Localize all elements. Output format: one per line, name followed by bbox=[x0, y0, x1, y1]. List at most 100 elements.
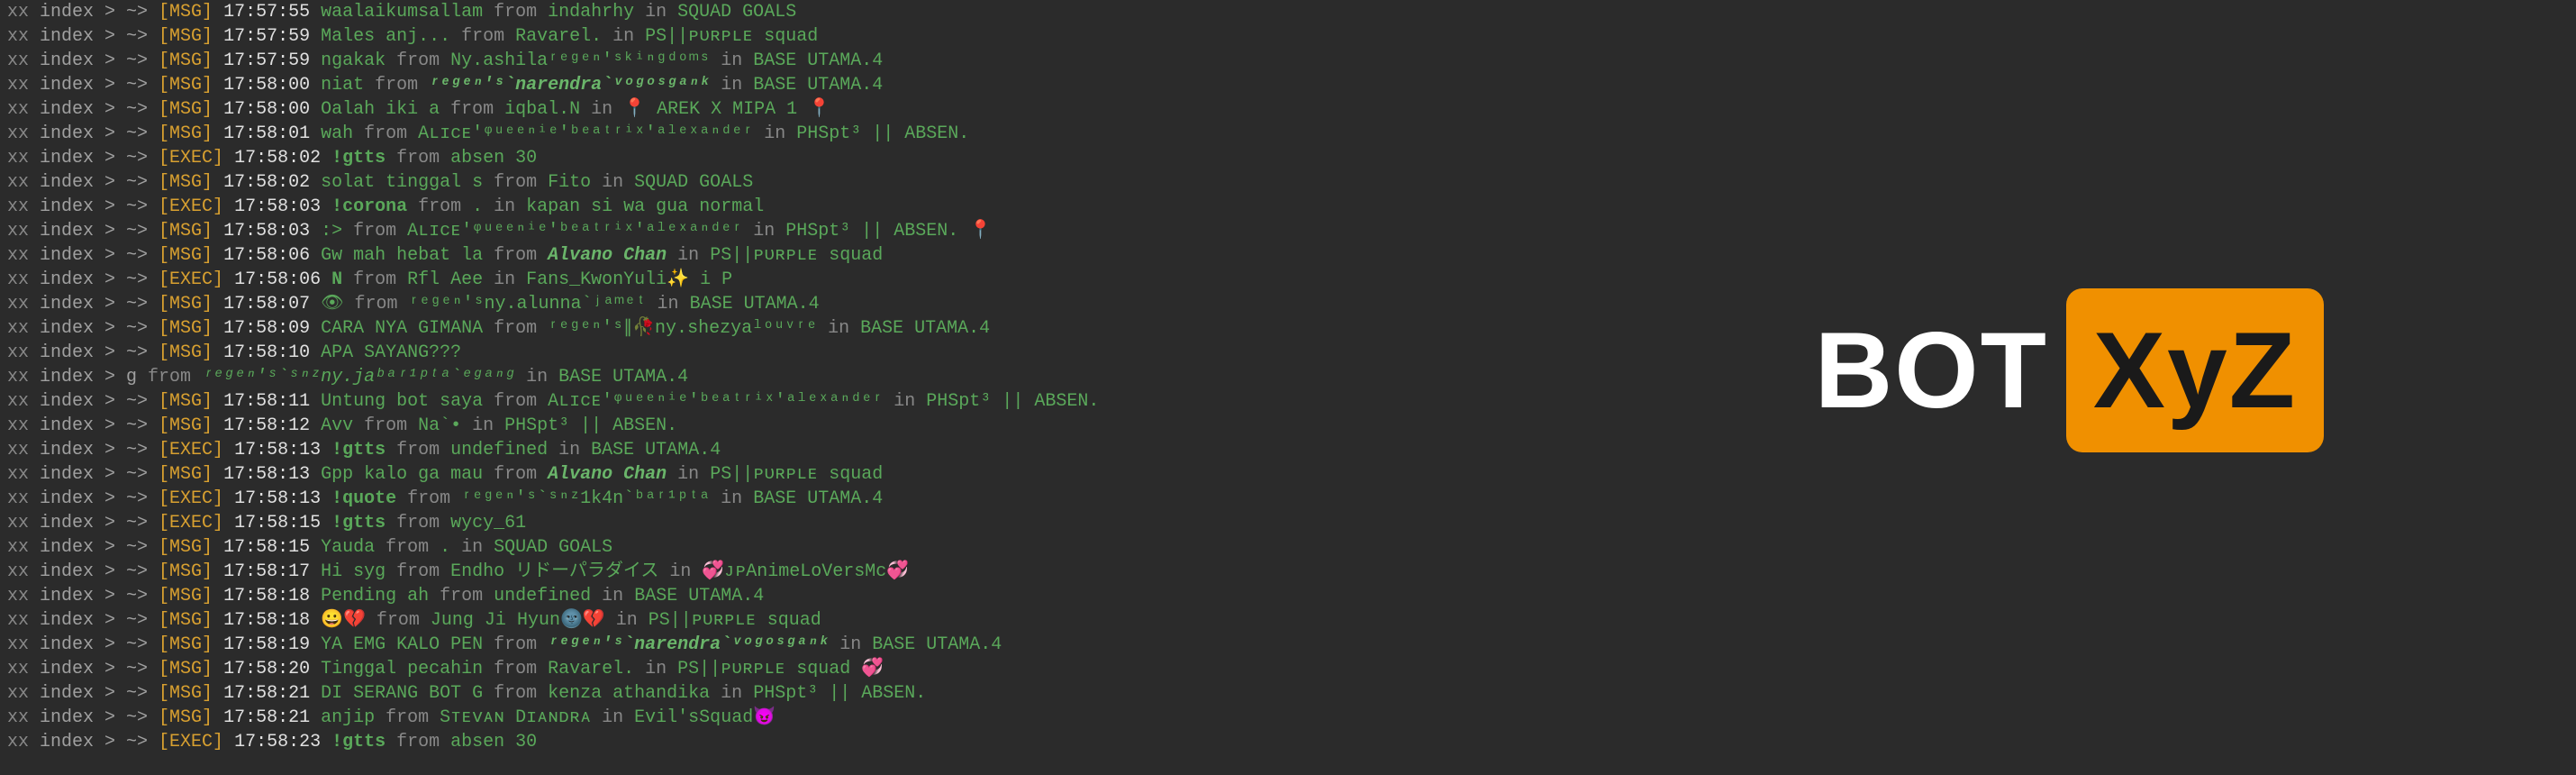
log-room: BASE UTAMA.4 bbox=[690, 294, 820, 315]
log-message: 😀💔 bbox=[321, 610, 366, 631]
log-tag: [EXEC] bbox=[159, 269, 234, 290]
log-nick: Rfl Aee bbox=[407, 269, 483, 290]
log-nick: Alvano Chan bbox=[548, 245, 667, 266]
log-room: BASE UTAMA.4 bbox=[753, 488, 883, 509]
log-room: BASE UTAMA.4 bbox=[872, 634, 1002, 655]
log-line: xx index > ~> [MSG] 17:57:59 ngakak from… bbox=[7, 49, 2569, 73]
log-nick: Ny.ashilaʳᵉᵍᵉⁿ'ˢᵏⁱⁿᵍᵈᵒᵐˢ bbox=[450, 50, 710, 71]
log-nick: undefined bbox=[450, 440, 548, 460]
log-message: !gtts bbox=[331, 513, 385, 533]
log-message: !gtts bbox=[331, 148, 385, 169]
log-room: PS||ᴘᴜʀᴘʟᴇ squad bbox=[649, 610, 821, 631]
log-time: 17:58:10 bbox=[223, 342, 321, 363]
log-tag: [MSG] bbox=[159, 99, 223, 120]
log-tag: [EXEC] bbox=[159, 732, 234, 752]
log-line: xx index > ~> [MSG] 17:58:03 :> from Aʟɪ… bbox=[7, 219, 2569, 243]
log-message: Yauda bbox=[321, 537, 375, 558]
log-line: xx index > ~> [EXEC] 17:58:13 !quote fro… bbox=[7, 487, 2569, 511]
log-tag: [EXEC] bbox=[159, 196, 234, 217]
log-time: 17:58:06 bbox=[223, 245, 321, 266]
log-time: 17:58:15 bbox=[223, 537, 321, 558]
log-line: xx index > ~> [MSG] 17:58:15 Yauda from … bbox=[7, 535, 2569, 560]
log-time: 17:58:03 bbox=[234, 196, 331, 217]
log-room: BASE UTAMA.4 bbox=[634, 586, 764, 606]
log-message: Gpp kalo ga mau bbox=[321, 464, 483, 485]
log-line: xx index > ~> [EXEC] 17:58:02 !gtts from… bbox=[7, 146, 2569, 170]
log-time: 17:58:12 bbox=[223, 415, 321, 436]
log-room: BASE UTAMA.4 bbox=[860, 318, 990, 339]
log-nick: undefined bbox=[494, 586, 591, 606]
log-time: 17:58:00 bbox=[223, 99, 321, 120]
log-room: PHSpt³ || ABSEN. bbox=[753, 683, 926, 704]
log-nick: Endho リドーパラダイス bbox=[450, 561, 658, 582]
log-nick: ʳᵉᵍᵉⁿ'ˢ∥🥀ny.shezyaˡᵒᵘᵛʳᵉ bbox=[548, 318, 817, 339]
log-room: PHSpt³ || ABSEN. 📍 bbox=[785, 221, 992, 242]
log-time: 17:58:13 bbox=[223, 464, 321, 485]
log-nick: Ravarel. bbox=[548, 659, 634, 679]
log-room: PS||ᴘᴜʀᴘʟᴇ squad 💞 bbox=[677, 659, 884, 679]
log-tag: [MSG] bbox=[159, 26, 223, 47]
log-message: Oalah iki a bbox=[321, 99, 440, 120]
log-message: Hi syg bbox=[321, 561, 385, 582]
log-nick: absen 30 bbox=[450, 148, 537, 169]
log-tag: [MSG] bbox=[159, 294, 223, 315]
log-nick: ʳᵉᵍᵉⁿ'ˢ`narendra`ᵛᵒᵍᵒˢᵍᵃⁿᵏ bbox=[548, 634, 829, 655]
log-nick: Na`• bbox=[418, 415, 461, 436]
log-tag: [MSG] bbox=[159, 537, 223, 558]
log-line: xx index > ~> [MSG] 17:58:01 wah from Aʟ… bbox=[7, 122, 2569, 146]
log-message: !gtts bbox=[331, 732, 385, 752]
log-time: 17:58:15 bbox=[234, 513, 331, 533]
log-time: 17:58:00 bbox=[223, 75, 321, 96]
log-tag: [EXEC] bbox=[159, 148, 234, 169]
log-nick: Ravarel. bbox=[515, 26, 602, 47]
log-time: 17:58:09 bbox=[223, 318, 321, 339]
log-room: PS||ᴘᴜʀᴘʟᴇ squad bbox=[645, 26, 818, 47]
log-room: SQUAD GOALS bbox=[677, 2, 796, 23]
log-nick: iqbal.N bbox=[504, 99, 580, 120]
log-nick: indahrhy bbox=[548, 2, 634, 23]
log-time: 17:58:06 bbox=[234, 269, 331, 290]
log-time: 17:58:23 bbox=[234, 732, 331, 752]
log-nick: wycy_61 bbox=[450, 513, 526, 533]
log-line: xx index > ~> [MSG] 17:58:20 Tinggal pec… bbox=[7, 657, 2569, 681]
log-line: xx index > ~> [MSG] 17:58:19 YA EMG KALO… bbox=[7, 633, 2569, 657]
log-time: 17:58:19 bbox=[223, 634, 321, 655]
log-message: Gw mah hebat la bbox=[321, 245, 483, 266]
log-line: xx index > ~> [MSG] 17:58:18 Pending ah … bbox=[7, 584, 2569, 608]
log-tag: [MSG] bbox=[159, 415, 223, 436]
log-line: xx index > ~> [MSG] 17:57:55 waalaikumsa… bbox=[7, 0, 2569, 24]
log-nick: Fito bbox=[548, 172, 591, 193]
log-tag: [MSG] bbox=[159, 342, 223, 363]
log-room: 📍 AREK X MIPA 1 📍 bbox=[623, 99, 830, 120]
log-line: xx index > ~> [MSG] 17:58:21 DI SERANG B… bbox=[7, 681, 2569, 706]
log-room: SQUAD GOALS bbox=[494, 537, 612, 558]
log-tag: [MSG] bbox=[159, 221, 223, 242]
log-time: 17:58:18 bbox=[223, 586, 321, 606]
log-time: 17:58:11 bbox=[223, 391, 321, 412]
log-time: 17:57:59 bbox=[223, 26, 321, 47]
log-tag: [MSG] bbox=[159, 75, 223, 96]
log-time: 17:57:55 bbox=[223, 2, 321, 23]
log-time: 17:58:17 bbox=[223, 561, 321, 582]
log-room: BASE UTAMA.4 bbox=[591, 440, 721, 460]
log-room: PHSpt³ || ABSEN. bbox=[926, 391, 1099, 412]
log-time: 17:58:02 bbox=[223, 172, 321, 193]
log-line: xx index > ~> [MSG] 17:58:00 Oalah iki a… bbox=[7, 97, 2569, 122]
log-nick: Aʟɪᴄᴇ'ᵠᵘᵉᵉⁿⁱᵉ'ᵇᵉᵃᵗʳⁱˣ'ᵃˡᵉˣᵃⁿᵈᵉʳ bbox=[548, 391, 883, 412]
log-time: 17:58:20 bbox=[223, 659, 321, 679]
log-message: !corona bbox=[331, 196, 407, 217]
log-message: Tinggal pecahin bbox=[321, 659, 483, 679]
log-message: Pending ah bbox=[321, 586, 429, 606]
log-line: xx index > ~> [MSG] 17:58:18 😀💔 from Jun… bbox=[7, 608, 2569, 633]
log-time: 17:58:21 bbox=[223, 707, 321, 728]
log-tag: [MSG] bbox=[159, 659, 223, 679]
log-message: 👁 bbox=[321, 294, 343, 315]
log-room: SQUAD GOALS bbox=[634, 172, 753, 193]
log-tag: [MSG] bbox=[159, 318, 223, 339]
log-message: APA SAYANG??? bbox=[321, 342, 461, 363]
log-message: YA EMG KALO PEN bbox=[321, 634, 483, 655]
log-message: !gtts bbox=[331, 440, 385, 460]
log-room: BASE UTAMA.4 bbox=[753, 50, 883, 71]
log-message: :> bbox=[321, 221, 342, 242]
log-message: DI SERANG BOT G bbox=[321, 683, 483, 704]
